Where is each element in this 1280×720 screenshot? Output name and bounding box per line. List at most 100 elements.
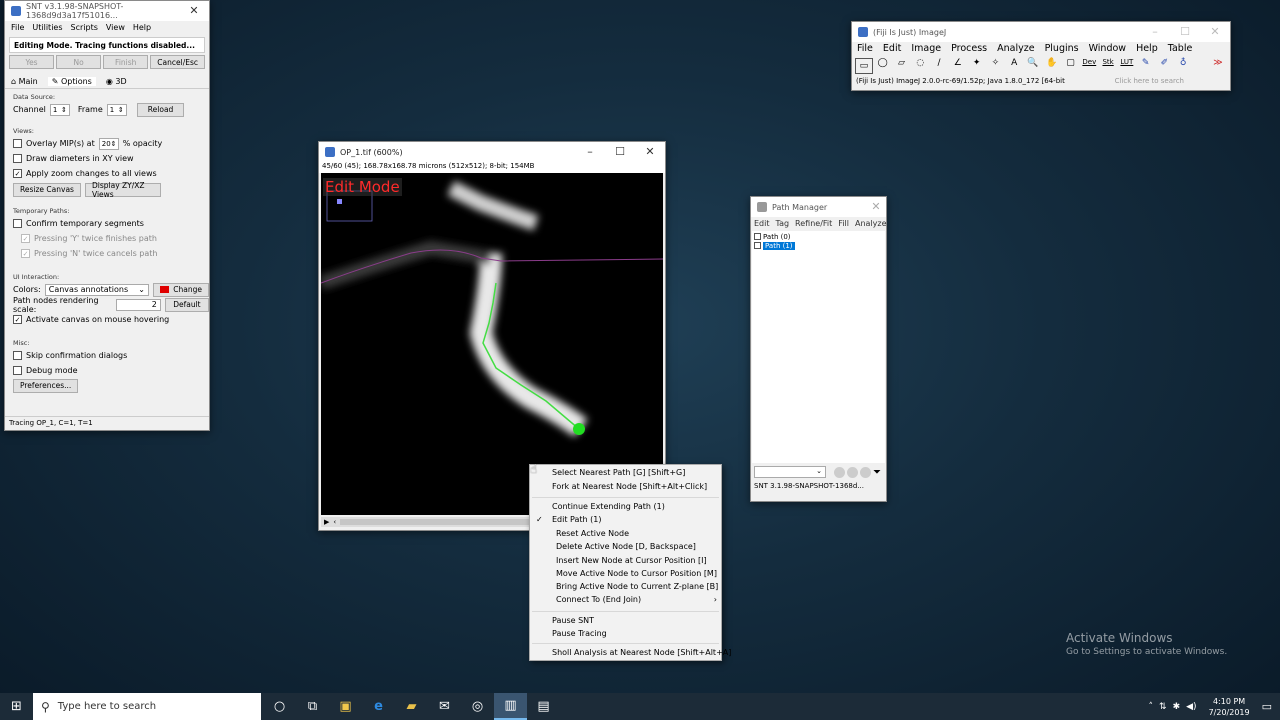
activate-canvas-checkbox[interactable]: ✓ (13, 315, 22, 324)
debug-mode-checkbox[interactable] (13, 366, 22, 375)
menu-fork-nearest-node[interactable]: Fork at Nearest Node [Shift+Alt+Click] (552, 482, 707, 491)
reload-button[interactable]: Reload (136, 102, 185, 117)
clock[interactable]: 4:10 PM 7/20/2019 (1209, 696, 1250, 718)
menu-connect-to[interactable]: Connect To (End Join) (556, 595, 641, 604)
pm-menu-analyze[interactable]: Analyze (855, 219, 887, 228)
overlay-mip-checkbox[interactable] (13, 139, 22, 148)
menu-move-active-node[interactable]: Move Active Node to Cursor Position [M] (556, 569, 717, 578)
pencil-tool-icon[interactable]: ✎ (1137, 58, 1155, 74)
pressing-y-checkbox[interactable]: ✓ (21, 234, 30, 243)
skip-confirm-checkbox[interactable] (13, 351, 22, 360)
network-icon[interactable]: ⇅ (1159, 702, 1167, 712)
color-picker-icon[interactable]: ▢ (1062, 58, 1080, 74)
taskbar-search[interactable]: ⚲ Type here to search (33, 693, 261, 720)
wand-tool-icon[interactable]: ✧ (987, 58, 1005, 74)
menu-delete-active-node[interactable]: Delete Active Node [D, Backspace] (556, 542, 696, 551)
fiji-taskbar-icon[interactable]: ▥ (494, 693, 527, 720)
menu-pause-tracing[interactable]: Pause Tracing (552, 629, 607, 638)
zoom-tool-icon[interactable]: 🔍 (1024, 58, 1042, 74)
dev-tool-icon[interactable]: Dev (1080, 58, 1098, 74)
pm-menu-tag[interactable]: Tag (776, 219, 790, 228)
pm-menu-refine[interactable]: Refine/Fit (795, 219, 832, 228)
tab-main[interactable]: ⌂ Main (11, 77, 38, 86)
menu-reset-active-node[interactable]: Reset Active Node (556, 529, 629, 538)
point-tool-icon[interactable]: ✦ (968, 58, 986, 74)
close-icon[interactable]: ✕ (179, 1, 209, 21)
volume-icon[interactable]: ◀) (1186, 702, 1196, 712)
menu-pause-snt[interactable]: Pause SNT (552, 616, 594, 625)
file-explorer-icon[interactable]: ▰ (395, 693, 428, 720)
settings-icon[interactable] (847, 466, 858, 478)
close-icon[interactable]: ✕ (1200, 22, 1230, 42)
close-icon[interactable]: ✕ (866, 197, 886, 217)
preferences-button[interactable]: Preferences... (13, 378, 79, 393)
resize-canvas-button[interactable]: Resize Canvas (13, 182, 81, 197)
display-views-button[interactable]: Display ZY/XZ Views (85, 181, 161, 199)
menu-select-nearest-path[interactable]: Select Nearest Path [G] [Shift+G] (552, 468, 685, 477)
flood-fill-icon[interactable]: ♁ (1174, 58, 1192, 74)
brush-tool-icon[interactable]: ✐ (1156, 58, 1174, 74)
options-icon[interactable] (860, 466, 871, 478)
store-icon[interactable]: ▣ (329, 693, 362, 720)
colors-dropdown[interactable]: Canvas annotations ⌄ (44, 283, 149, 296)
finish-button[interactable]: Finish (103, 55, 149, 69)
change-button[interactable]: Change (153, 282, 209, 297)
pm-menu-edit[interactable]: Edit (754, 219, 770, 228)
snt-menu-view[interactable]: View (106, 23, 125, 32)
ij-menu-plugins[interactable]: Plugins (1045, 43, 1079, 56)
freehand-tool-icon[interactable]: ◌ (911, 58, 929, 74)
frame-spinner[interactable]: 1 ⇕ (106, 103, 127, 116)
minimize-icon[interactable]: – (1140, 22, 1170, 42)
image-titlebar[interactable]: OP_1.tif (600%) – ☐ ✕ (319, 142, 665, 162)
cancel-button[interactable]: Cancel/Esc (150, 55, 205, 69)
filter-icon[interactable]: ⏷ (873, 467, 881, 478)
minimize-icon[interactable]: – (575, 142, 605, 162)
path-item-0[interactable]: Path (0) (754, 232, 883, 241)
path-0-checkbox[interactable] (754, 233, 761, 240)
opacity-spinner[interactable]: 20 ⇕ (98, 137, 119, 150)
windows-start-icon[interactable]: ⊞ (0, 693, 33, 720)
rectangle-tool-icon[interactable]: ▭ (855, 58, 873, 74)
menu-edit-path[interactable]: Edit Path (1) (552, 515, 601, 524)
video-app-icon[interactable]: ▤ (527, 693, 560, 720)
chevron-left-icon[interactable]: ‹ (333, 518, 336, 526)
lut-tool-icon[interactable]: LUT (1118, 58, 1136, 74)
draw-diameters-checkbox[interactable] (13, 154, 22, 163)
tab-3d[interactable]: ◉ 3D (106, 77, 127, 86)
maximize-icon[interactable]: ☐ (1170, 22, 1200, 42)
ij-menu-edit[interactable]: Edit (883, 43, 901, 56)
ij-menu-image[interactable]: Image (911, 43, 941, 56)
confirm-temp-checkbox[interactable] (13, 219, 22, 228)
menu-continue-extending[interactable]: Continue Extending Path (1) (552, 502, 665, 511)
yes-button[interactable]: Yes (9, 55, 55, 69)
bluetooth-icon[interactable]: ✱ (1173, 702, 1181, 712)
path-manager-titlebar[interactable]: Path Manager ✕ (751, 197, 886, 217)
path-item-1[interactable]: Path (1) (754, 241, 883, 250)
oval-tool-icon[interactable]: ◯ (874, 58, 892, 74)
apply-zoom-checkbox[interactable]: ✓ (13, 169, 22, 178)
menu-insert-new-node[interactable]: Insert New Node at Cursor Position [I] (556, 556, 707, 565)
path-filter-dropdown[interactable]: ⌄ (754, 466, 826, 478)
ij-menu-file[interactable]: File (857, 43, 873, 56)
snt-menu-file[interactable]: File (11, 23, 24, 32)
more-tools-icon[interactable]: ≫ (1209, 58, 1227, 74)
close-icon[interactable]: ✕ (635, 142, 665, 162)
play-icon[interactable]: ▶ (324, 518, 329, 526)
menu-bring-active-node[interactable]: Bring Active Node to Current Z-plane [B] (556, 582, 718, 591)
task-view-icon[interactable]: ⧉ (296, 693, 329, 720)
edge-icon[interactable]: e (362, 693, 395, 720)
imagej-titlebar[interactable]: (Fiji Is Just) ImageJ – ☐ ✕ (852, 22, 1230, 42)
chevron-up-icon[interactable]: ˄ (1149, 702, 1154, 712)
ij-menu-analyze[interactable]: Analyze (997, 43, 1034, 56)
chrome-icon[interactable]: ◎ (461, 693, 494, 720)
path-1-checkbox[interactable] (754, 242, 761, 249)
menu-sholl-analysis[interactable]: Sholl Analysis at Nearest Node [Shift+Al… (552, 648, 731, 657)
ij-menu-help[interactable]: Help (1136, 43, 1158, 56)
notifications-icon[interactable]: ▭ (1262, 700, 1272, 713)
angle-tool-icon[interactable]: ∠ (949, 58, 967, 74)
no-button[interactable]: No (56, 55, 102, 69)
bulb-icon[interactable] (834, 466, 845, 478)
hand-tool-icon[interactable]: ✋ (1043, 58, 1061, 74)
path-nodes-input[interactable]: 2 (115, 298, 161, 311)
text-tool-icon[interactable]: A (1005, 58, 1023, 74)
